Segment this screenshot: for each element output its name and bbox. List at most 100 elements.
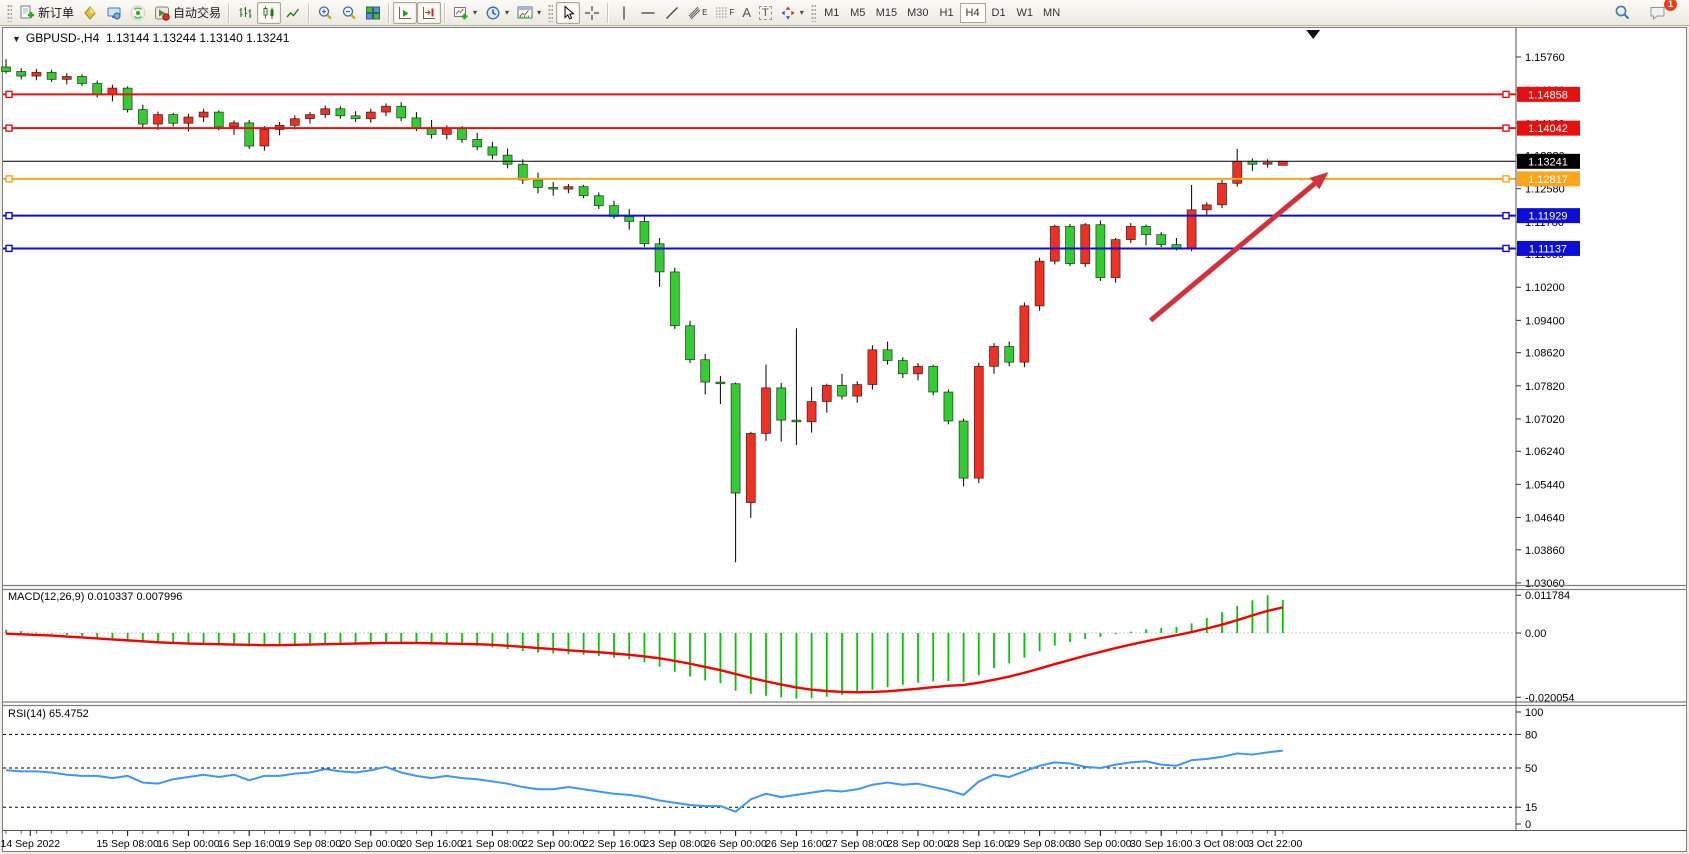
macd-value-signal: 0.007996: [136, 591, 182, 603]
candle-up: [853, 385, 862, 397]
time-tick-label: 16 Sep 00:00: [157, 838, 220, 850]
line-anchor[interactable]: [6, 125, 12, 131]
time-tick-label: 23 Sep 08:00: [644, 838, 707, 850]
price-tick-label: 1.03060: [1525, 578, 1565, 590]
price-badge-label: 1.14042: [1528, 123, 1568, 135]
time-tick-label: 3 Oct 22:00: [1248, 838, 1302, 850]
line-anchor[interactable]: [1503, 176, 1509, 182]
candle-down: [2, 67, 11, 72]
candle-down: [731, 384, 740, 493]
chart-dropdown-icon[interactable]: ▼: [12, 34, 21, 44]
candle-down: [640, 221, 649, 243]
candle-down: [93, 84, 102, 95]
candle-up: [1278, 161, 1287, 165]
candle-down: [336, 109, 345, 116]
rsi-axis-label: 100: [1525, 707, 1543, 719]
candle-up: [62, 76, 71, 79]
candle-up: [442, 129, 451, 135]
candle-up: [1035, 261, 1044, 306]
time-tick-label: 19 Sep 08:00: [279, 838, 342, 850]
candlesticks: [2, 59, 1288, 562]
candle-down: [929, 366, 938, 392]
candle-down: [534, 180, 543, 187]
line-anchor[interactable]: [6, 245, 12, 251]
time-tick-label: 29 Sep 08:00: [1008, 838, 1071, 850]
line-anchor[interactable]: [1503, 213, 1509, 219]
candle-down: [78, 76, 87, 83]
candle-up: [822, 385, 831, 401]
time-tick-label: 26 Sep 16:00: [765, 838, 828, 850]
candle-up: [564, 187, 573, 189]
line-anchor[interactable]: [6, 213, 12, 219]
price-badge-label: 1.11929: [1529, 211, 1568, 223]
candle-up: [366, 112, 375, 119]
candle-down: [488, 147, 497, 155]
candle-down: [1172, 245, 1181, 248]
candle-down: [138, 110, 147, 124]
candle-down: [245, 123, 254, 146]
candle-up: [108, 88, 117, 94]
pane-frames: [2, 28, 1687, 831]
candle-up: [1263, 163, 1272, 165]
price-badge-label: 1.11137: [1529, 243, 1567, 255]
rsi-indicator-label: RSI(14) 65.4752: [8, 708, 89, 720]
time-tick-label: 14 Sep 2022: [1, 838, 61, 850]
line-anchor[interactable]: [6, 176, 12, 182]
macd-indicator-label: MACD(12,26,9) 0.010337 0.007996: [8, 591, 182, 603]
candle-up: [1050, 226, 1059, 261]
price-tick-label: 1.08620: [1525, 348, 1565, 360]
price-tick-label: 1.04640: [1525, 512, 1565, 524]
candle-down: [838, 385, 847, 396]
candle-down: [1096, 225, 1105, 278]
mt4-terminal: 新订单 自动交易: [0, 0, 1689, 854]
macd-pane: 0.0117840.00-0.020054: [3, 590, 1575, 704]
down-arrow-marker[interactable]: [1306, 30, 1320, 39]
candle-up: [260, 129, 269, 146]
line-anchor[interactable]: [6, 91, 12, 97]
rsi-pane: 1008050150: [3, 707, 1543, 831]
chart-title: ▼GBPUSD-,H4 1.13144 1.13244 1.13140 1.13…: [12, 31, 289, 45]
macd-axis-label: 0.00: [1525, 628, 1546, 640]
chart-ohlc: 1.13144 1.13244 1.13140 1.13241: [106, 31, 290, 45]
candle-down: [17, 71, 26, 76]
line-anchor[interactable]: [1503, 245, 1509, 251]
candle-down: [701, 360, 710, 382]
price-tick-label: 1.06240: [1525, 446, 1565, 458]
time-tick-label: 22 Sep 00:00: [522, 838, 585, 850]
candle-down: [518, 164, 527, 180]
candle-down: [1142, 226, 1151, 234]
candle-up: [290, 119, 299, 126]
time-tick-label: 28 Sep 00:00: [887, 838, 950, 850]
time-tick-label: 20 Sep 16:00: [400, 838, 463, 850]
candle-down: [123, 88, 132, 110]
rsi-axis-label: 0: [1525, 819, 1531, 831]
candle-down: [503, 155, 512, 164]
candle-up: [184, 117, 193, 123]
price-badge-label: 1.14858: [1528, 89, 1568, 101]
candle-up: [1233, 161, 1242, 183]
horizontal-lines[interactable]: 1.148581.140421.132411.128171.119291.111…: [3, 87, 1580, 256]
candle-down: [473, 139, 482, 146]
time-axis: 14 Sep 202215 Sep 08:0016 Sep 00:0016 Se…: [1, 831, 1303, 850]
candle-down: [47, 72, 56, 79]
candle-up: [382, 106, 391, 112]
line-anchor[interactable]: [1503, 125, 1509, 131]
candle-up: [746, 433, 755, 502]
time-tick-label: 16 Sep 16:00: [218, 838, 281, 850]
price-tick-label: 1.03860: [1525, 545, 1565, 557]
price-tick-label: 1.05440: [1525, 479, 1565, 491]
candle-up: [230, 123, 239, 127]
rsi-axis-label: 50: [1525, 763, 1537, 775]
macd-axis-label: 0.011784: [1525, 590, 1570, 602]
price-tick-label: 1.15760: [1525, 52, 1565, 64]
rsi-axis-label: 80: [1525, 729, 1537, 741]
candle-down: [792, 420, 801, 422]
time-tick-label: 3 Oct 08:00: [1195, 838, 1249, 850]
candle-down: [1066, 226, 1075, 263]
candle-up: [990, 346, 999, 366]
candle-down: [1005, 346, 1014, 362]
candle-up: [1020, 306, 1029, 362]
candle-down: [944, 392, 953, 421]
line-anchor[interactable]: [1503, 91, 1509, 97]
candle-down: [214, 112, 223, 127]
